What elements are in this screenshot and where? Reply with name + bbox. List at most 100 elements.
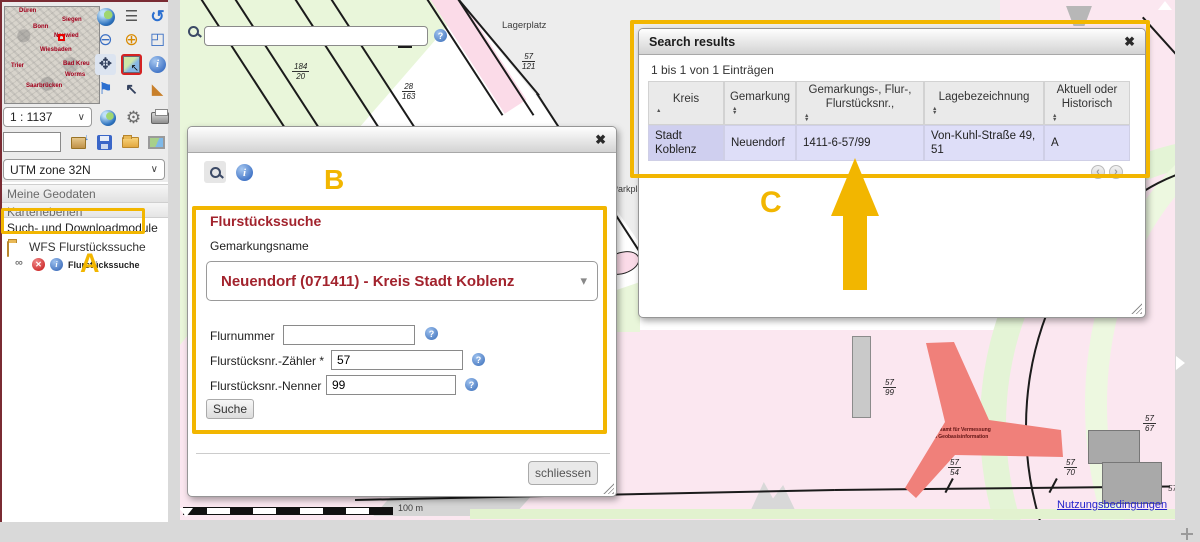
tools-icon[interactable]: ⚙ — [123, 107, 144, 128]
folder-icon[interactable] — [120, 132, 141, 153]
style-icon[interactable] — [97, 107, 118, 128]
folder-glyph — [7, 241, 9, 257]
tree-wms-icon[interactable]: ∞ — [15, 257, 23, 269]
column-header-kreis[interactable]: Kreis ▲ — [648, 81, 724, 125]
print-icon[interactable] — [149, 107, 170, 128]
parcel-num: 57 — [522, 52, 536, 63]
sort-icon: ▲ ▼ — [1052, 113, 1058, 124]
pan-icon[interactable]: ✥ — [95, 54, 116, 75]
dialog-search-tab-icon[interactable] — [204, 161, 226, 183]
save-icon[interactable] — [94, 132, 115, 153]
suche-button[interactable]: Suche — [206, 399, 254, 419]
overview-city-label: Trier — [11, 63, 25, 69]
printer-glyph — [150, 108, 169, 124]
column-header-gemarkung[interactable]: Gemarkung ▲ ▼ — [724, 81, 796, 125]
select-features-icon[interactable]: ↖ — [121, 79, 142, 100]
zaehler-input[interactable] — [331, 350, 463, 370]
overview-map[interactable]: Düren Siegen Bonn Neuwied Wiesbaden Trie… — [4, 6, 100, 104]
dialog-info-icon[interactable]: i — [236, 164, 253, 181]
parcel-den: 54 — [950, 468, 959, 478]
tree-folder-label[interactable]: WFS Flurstückssuche — [29, 240, 146, 254]
zaehler-label: Flurstücksnr.-Zähler * — [210, 354, 325, 368]
overview-city-label: Bonn — [33, 24, 49, 30]
scale-value: 1 : 1137 — [10, 110, 53, 124]
parcel-den: 70 — [1066, 468, 1075, 478]
download-icon[interactable]: ↓ — [68, 132, 89, 153]
results-titlebar[interactable]: Search results ✖ — [639, 29, 1145, 55]
schliessen-button[interactable]: schliessen — [528, 461, 598, 485]
nenner-input[interactable] — [326, 375, 456, 395]
results-row[interactable]: Stadt Koblenz Neuendorf 1411-6-57/99 Von… — [648, 125, 1132, 161]
flurnummer-input[interactable] — [283, 325, 415, 345]
srs-value: UTM zone 32N — [10, 162, 91, 177]
dialog-titlebar[interactable]: ✖ — [188, 127, 616, 153]
nenner-label: Flurstücksnr.-Nenner — [210, 379, 322, 393]
page-prev-button[interactable]: ‹ — [1091, 165, 1105, 179]
coordinate-input[interactable] — [3, 132, 61, 152]
terms-link[interactable]: Nutzungsbedingungen — [1057, 499, 1167, 511]
history-back-icon[interactable]: ↺ — [147, 6, 168, 27]
close-icon[interactable]: ✖ — [1124, 34, 1135, 50]
results-count: 1 bis 1 von 1 Einträgen — [651, 63, 774, 77]
column-header-lagebezeichnung[interactable]: Lagebezeichnung ▲ ▼ — [924, 81, 1044, 125]
parcel-label: 184 20 — [292, 62, 310, 82]
overview-city-label: Düren — [19, 8, 37, 14]
building-gray — [852, 336, 871, 418]
building-gray — [1088, 430, 1140, 464]
results-title: Search results — [649, 34, 736, 49]
nenner-help-icon[interactable]: ? — [465, 378, 478, 391]
overview-city-label: Wiesbaden — [40, 47, 72, 53]
tree-folder-icon[interactable] — [7, 241, 9, 257]
flurnummer-help-icon[interactable]: ? — [425, 327, 438, 340]
parcel-den: 20 — [296, 72, 306, 82]
overview-city-label: Bad Kreu — [63, 61, 90, 67]
zoom-extent-icon[interactable]: ◰ — [147, 29, 168, 50]
column-header-flurstuecksnr[interactable]: Gemarkungs-, Flur-, Flurstücksnr., ▲ ▼ — [796, 81, 924, 125]
feature-info-pointer-icon[interactable]: ↖ — [121, 54, 142, 75]
resize-handle[interactable] — [603, 483, 614, 494]
flag-icon[interactable]: ⚑ — [95, 79, 116, 100]
caret-icon: ∨ — [77, 111, 85, 123]
sort-asc-icon: ▲ — [656, 108, 662, 115]
parcel-label: 28 163 — [402, 82, 416, 101]
zaehler-help-icon[interactable]: ? — [472, 353, 485, 366]
building-gray — [1102, 462, 1162, 504]
zoom-in-icon[interactable]: ⊕ — [121, 29, 142, 50]
srs-select[interactable]: UTM zone 32N ∨ — [3, 159, 165, 180]
tree-item-label[interactable]: Flurstückssuche — [68, 260, 140, 270]
caret-icon: ∨ — [150, 164, 158, 175]
cell-kreis: Stadt Koblenz — [648, 125, 724, 161]
results-table: Kreis ▲ Gemarkung ▲ ▼ Gemarkungs-, Flur-, F… — [648, 81, 1132, 161]
map-search-help-icon[interactable]: ? — [434, 29, 447, 42]
tree-info-icon[interactable]: i — [50, 258, 63, 271]
collapse-arrow-bottom-left[interactable] — [180, 508, 193, 517]
gemarkung-select[interactable]: Neuendorf (071411) - Kreis Stadt Koblenz… — [206, 261, 598, 301]
overview-city-label: Siegen — [62, 17, 82, 23]
move-handle-icon[interactable] — [1180, 527, 1194, 541]
page-next-button[interactable]: › — [1109, 165, 1123, 179]
legend-icon[interactable]: ☰ — [121, 6, 142, 27]
tree-delete-icon[interactable]: ✕ — [32, 258, 45, 271]
column-header-aktuell[interactable]: Aktuell oder Historisch ▲ ▼ — [1044, 81, 1130, 125]
sidebar-item-such-downloadmodule[interactable]: Such- und Downloadmodule — [2, 217, 168, 237]
package-glyph: ↓ — [71, 132, 89, 149]
map-search-input[interactable] — [204, 26, 428, 46]
image-icon[interactable] — [146, 132, 167, 153]
map-search-icon[interactable] — [188, 26, 199, 37]
globe-icon[interactable] — [95, 6, 116, 27]
parcel-line — [398, 46, 412, 48]
dialog-divider — [196, 453, 610, 454]
measure-icon[interactable]: ◣ — [147, 79, 168, 100]
cell-flurstuecksnr: 1411-6-57/99 — [796, 125, 924, 161]
collapse-arrow-top[interactable] — [1158, 1, 1172, 10]
map-label-lagerplatz: Lagerplatz — [502, 20, 547, 31]
gis-application: Landesamt für Vermessung und Geobasisinf… — [0, 0, 1200, 542]
info-icon[interactable]: i — [147, 54, 168, 75]
globe-glyph — [96, 7, 115, 26]
zoom-out-icon[interactable]: ⊖ — [95, 29, 116, 50]
scale-select[interactable]: 1 : 1137 ∨ — [3, 107, 92, 127]
close-icon[interactable]: ✖ — [595, 132, 606, 148]
sidebar-item-meine-geodaten[interactable]: Meine Geodaten — [2, 184, 168, 202]
resize-handle[interactable] — [1131, 303, 1142, 314]
collapse-arrow-right[interactable] — [1176, 356, 1185, 370]
